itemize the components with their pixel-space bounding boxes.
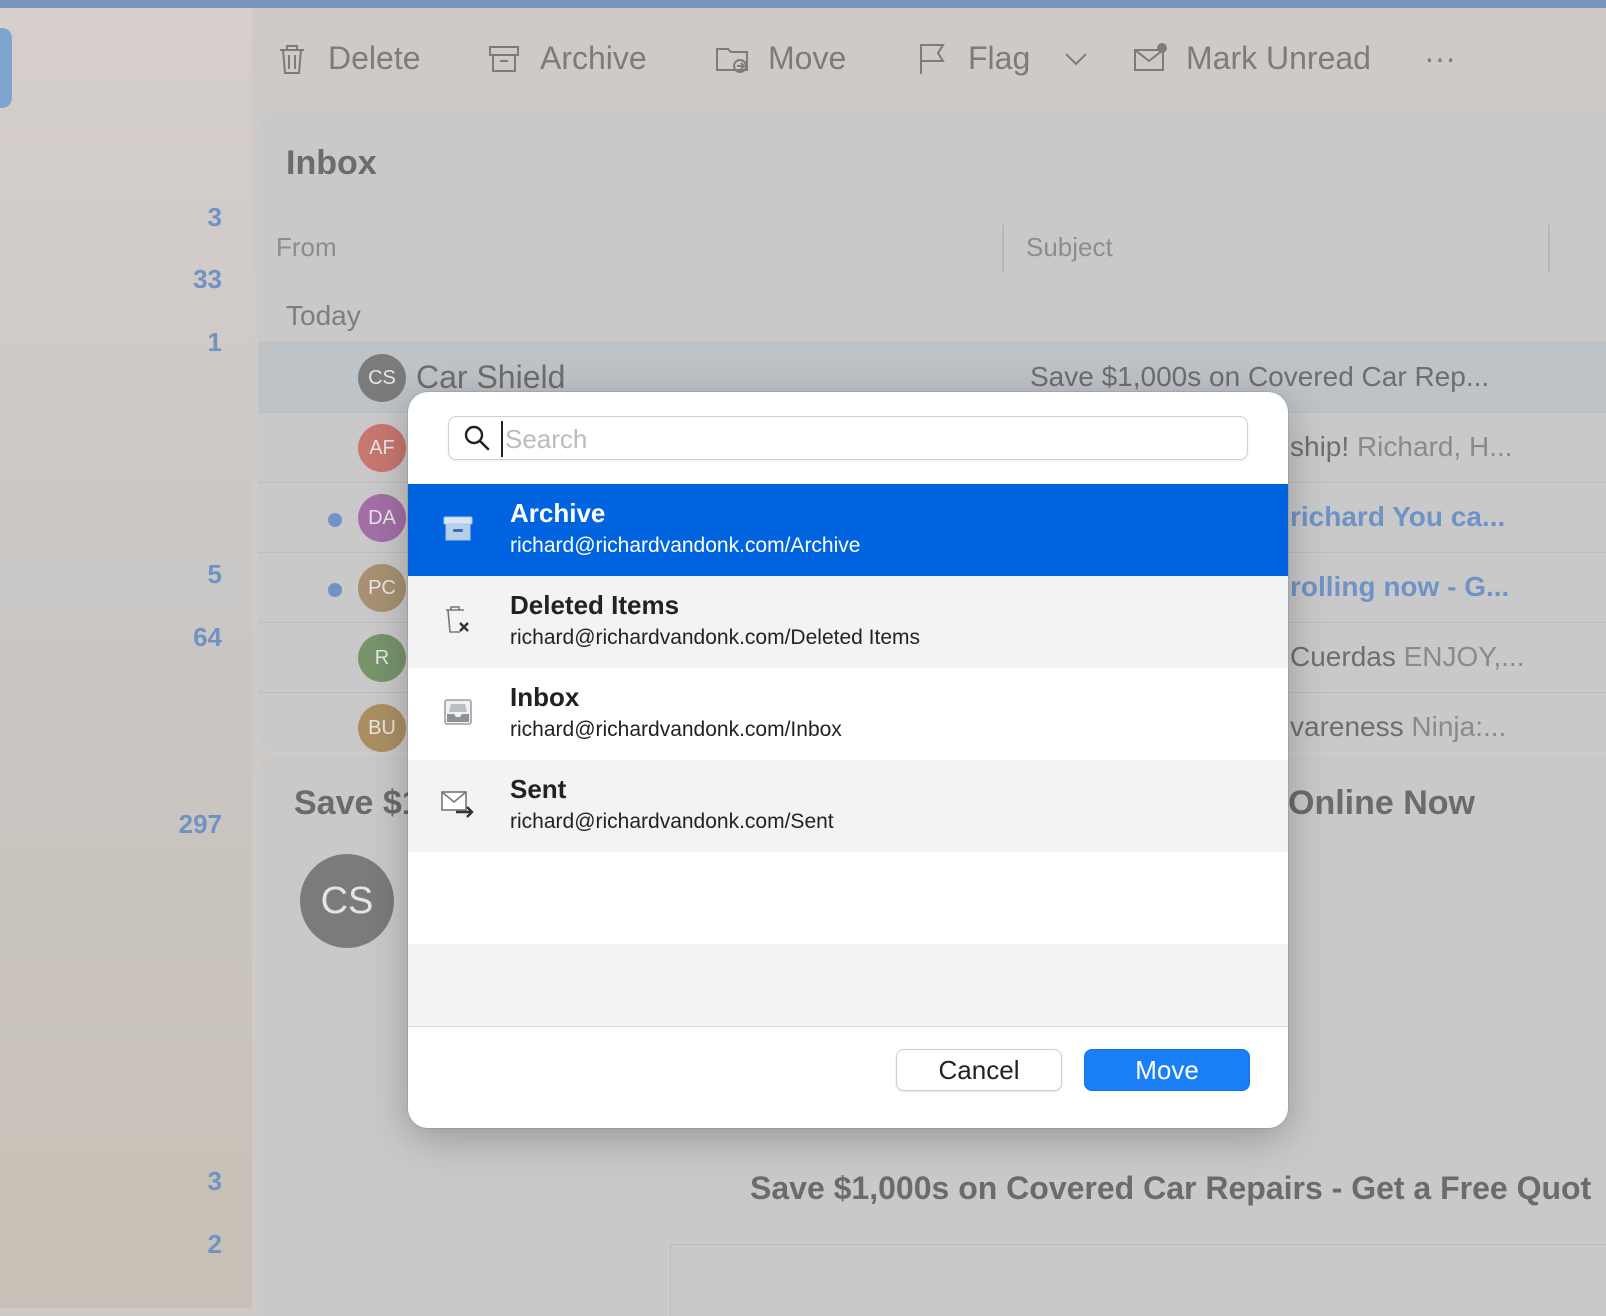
- folder-move-icon: [716, 47, 748, 73]
- cancel-button[interactable]: Cancel: [896, 1049, 1062, 1091]
- more-icon: ···: [1424, 40, 1456, 76]
- delete-button[interactable]: Delete: [274, 40, 421, 77]
- window-top-accent: [0, 0, 1606, 8]
- folder-count: 2: [207, 1229, 222, 1259]
- trash-icon: [446, 606, 469, 633]
- folder-count: 297: [178, 809, 222, 839]
- folder-item-deleted-items[interactable]: Deleted Items richard@richardvandonk.com…: [408, 576, 1288, 668]
- search-icon: [464, 425, 490, 451]
- sidebar-active-tab[interactable]: [0, 28, 12, 108]
- folder-item-inbox[interactable]: Inbox richard@richardvandonk.com/Inbox: [408, 668, 1288, 760]
- column-subject[interactable]: Subject: [1026, 232, 1113, 263]
- mail-unread-icon: [1134, 42, 1167, 71]
- avatar: DA: [358, 494, 406, 542]
- mark-unread-label: Mark Unread: [1186, 40, 1371, 76]
- column-divider[interactable]: [1548, 225, 1550, 273]
- unread-dot-icon: [328, 583, 342, 597]
- folder-path: richard@richardvandonk.com/Archive: [510, 534, 861, 557]
- dialog-footer: Cancel Move: [408, 1026, 1288, 1128]
- folder-path: richard@richardvandonk.com/Sent: [510, 810, 834, 833]
- avatar: BU: [358, 704, 406, 752]
- mark-unread-button[interactable]: Mark Unread: [1132, 40, 1371, 77]
- delete-label: Delete: [328, 40, 421, 76]
- folder-count: 3: [207, 202, 222, 232]
- row-preview: Ninja:...: [1411, 711, 1507, 742]
- folder-count: 5: [207, 559, 222, 589]
- toolbar: Delete Archive Move Flag Mark Unread ···: [260, 30, 1606, 90]
- folder-name: Sent: [510, 774, 567, 804]
- empty-row: [408, 852, 1288, 944]
- row-preview: ENJOY,...: [1403, 641, 1525, 672]
- row-from: Car Shield: [416, 359, 566, 395]
- row-subject: rolling now - G...: [1290, 571, 1510, 602]
- inbox-tray-icon: [444, 699, 472, 725]
- row-subject: ship!: [1290, 431, 1350, 462]
- folder-count: 33: [193, 264, 222, 294]
- flag-icon: [920, 43, 945, 74]
- search-box: [448, 416, 1248, 460]
- chevron-down-icon[interactable]: [1058, 41, 1094, 77]
- list-title: Inbox: [286, 144, 377, 182]
- row-subject: Save $1,000s on Covered Car Rep...: [1030, 361, 1490, 392]
- search-input[interactable]: [501, 421, 1237, 457]
- move-label: Move: [768, 40, 847, 76]
- avatar: PC: [358, 564, 406, 612]
- move-toolbar-button[interactable]: Move: [714, 40, 846, 77]
- folder-count: 64: [193, 622, 222, 652]
- unread-dot-icon: [328, 513, 342, 527]
- avatar: AF: [358, 424, 406, 472]
- trash-icon: [280, 44, 304, 74]
- archive-box-icon: [443, 516, 473, 541]
- column-from[interactable]: From: [276, 232, 337, 263]
- folder-name: Inbox: [510, 682, 580, 712]
- folder-item-sent[interactable]: Sent richard@richardvandonk.com/Sent: [408, 760, 1288, 852]
- folder-path: richard@richardvandonk.com/Deleted Items: [510, 626, 920, 649]
- more-options-button[interactable]: ···: [1424, 40, 1456, 77]
- folder-path: richard@richardvandonk.com/Inbox: [510, 718, 842, 741]
- folder-name: Archive: [510, 498, 606, 528]
- folder-item-archive[interactable]: Archive richard@richardvandonk.com/Archi…: [408, 484, 1288, 576]
- move-to-folder-dialog: Archive richard@richardvandonk.com/Archi…: [408, 392, 1288, 1128]
- avatar: CS: [358, 354, 406, 402]
- group-today: Today: [286, 300, 361, 331]
- empty-row: [408, 944, 1288, 1036]
- message-subject-tail: Online Now: [1288, 784, 1475, 822]
- message-subject: Save $1: [294, 784, 421, 822]
- sender-avatar: CS: [300, 854, 394, 948]
- message-body-frame: [670, 1244, 1606, 1316]
- archive-box-icon: [489, 45, 519, 72]
- row-subject: richard You ca...: [1290, 501, 1506, 532]
- move-button[interactable]: Move: [1084, 1049, 1250, 1091]
- row-preview: Richard, H...: [1356, 431, 1513, 462]
- archive-button[interactable]: Archive: [486, 40, 647, 77]
- avatar: R: [358, 634, 406, 682]
- folder-list: Archive richard@richardvandonk.com/Archi…: [408, 484, 1288, 1036]
- sent-envelope-icon: [441, 791, 474, 818]
- flag-label: Flag: [968, 40, 1031, 76]
- archive-label: Archive: [540, 40, 647, 76]
- message-body-title: Save $1,000s on Covered Car Repairs - Ge…: [750, 1170, 1592, 1206]
- folder-name: Deleted Items: [510, 590, 680, 620]
- folder-count: 3: [207, 1166, 222, 1196]
- row-subject: vareness: [1290, 711, 1404, 742]
- folder-count: 1: [207, 327, 222, 357]
- column-divider[interactable]: [1002, 225, 1004, 273]
- row-subject: Cuerdas: [1290, 641, 1396, 672]
- flag-button[interactable]: Flag: [914, 40, 1094, 77]
- sidebar: 3 33 1 5 64 297 3 2: [0, 8, 252, 1308]
